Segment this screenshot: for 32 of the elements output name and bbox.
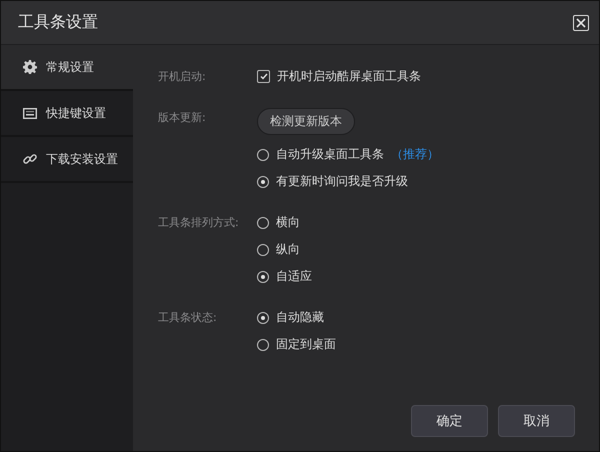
checkmark-icon — [260, 73, 268, 80]
radio-button[interactable] — [257, 244, 269, 256]
radio-label: 自动隐藏 — [276, 309, 324, 326]
close-button[interactable] — [573, 14, 589, 30]
keyboard-icon — [23, 108, 37, 118]
recommended-note: （推荐） — [391, 146, 439, 163]
dialog-button[interactable]: 取消 — [498, 405, 575, 437]
radio-button[interactable] — [257, 176, 269, 188]
checkbox[interactable] — [257, 70, 270, 83]
radio-button[interactable] — [257, 270, 269, 282]
radio-button[interactable] — [257, 338, 269, 350]
radio-button[interactable] — [257, 216, 269, 228]
window-title: 工具条设置 — [18, 12, 98, 33]
radio-button[interactable] — [257, 312, 269, 324]
radio-label: 自动升级桌面工具条 — [276, 146, 384, 163]
setting-label: 版本更新: — [158, 110, 207, 126]
setting-label: 开机启动: — [158, 69, 207, 85]
setting-label: 工具条状态: — [158, 310, 218, 326]
sidebar-item[interactable]: 常规设置 — [1, 45, 133, 91]
dialog-button[interactable]: 确定 — [411, 405, 488, 437]
check-update-button[interactable]: 检测更新版本 — [257, 108, 355, 135]
link-icon — [23, 152, 37, 166]
checkbox-label: 开机时启动酷屏桌面工具条 — [277, 68, 421, 85]
radio-label: 有更新时询问我是否升级 — [276, 173, 408, 190]
radio-label: 纵向 — [276, 241, 300, 258]
setting-label: 工具条排列方式: — [158, 215, 240, 231]
radio-label: 固定到桌面 — [276, 336, 336, 353]
radio-label: 自适应 — [276, 268, 312, 285]
close-icon[interactable] — [576, 18, 586, 28]
gear-icon — [23, 60, 37, 74]
radio-button[interactable] — [257, 148, 269, 160]
radio-label: 横向 — [276, 214, 300, 231]
